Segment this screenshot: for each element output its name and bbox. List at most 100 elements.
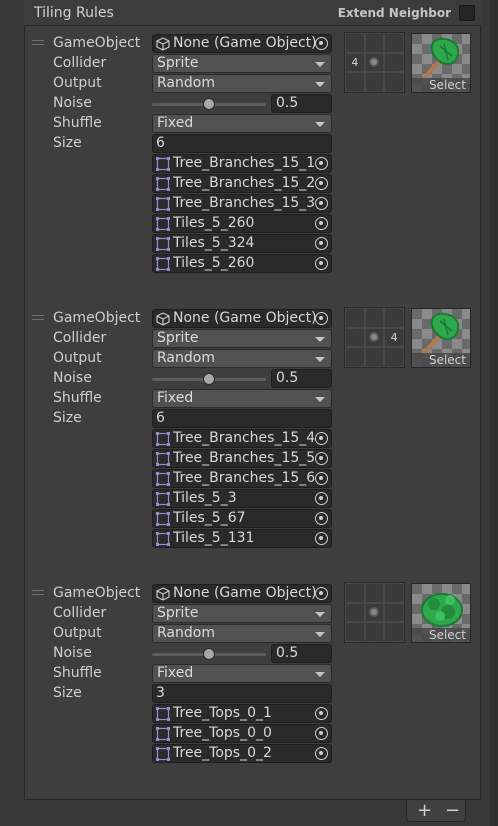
neighbor-cell[interactable] — [345, 72, 365, 92]
neighbor-cell[interactable] — [384, 72, 404, 92]
neighbor-cell[interactable] — [364, 583, 385, 603]
object-picker-icon[interactable] — [315, 707, 328, 720]
noise-value-field[interactable]: 0.5 — [271, 369, 332, 388]
noise-value-field[interactable]: 0.5 — [271, 644, 332, 663]
gameobject-field[interactable]: None (Game Object) — [152, 309, 332, 328]
noise-slider-handle[interactable] — [203, 98, 215, 110]
collider-dropdown[interactable]: Sprite — [152, 604, 332, 623]
extend-neighbor-checkbox[interactable] — [459, 5, 475, 21]
sprite-preview[interactable]: Select — [411, 33, 471, 93]
collider-dropdown[interactable]: Sprite — [152, 54, 332, 73]
neighbor-cell[interactable] — [384, 622, 404, 642]
size-field[interactable]: 6 — [152, 409, 332, 428]
sprite-preview[interactable]: Select — [411, 583, 471, 643]
object-picker-icon[interactable] — [315, 157, 328, 170]
object-picker-icon[interactable] — [315, 747, 328, 760]
output-dropdown[interactable]: Random — [152, 349, 332, 368]
output-label: Output — [53, 350, 102, 366]
sprite-field[interactable]: Tree_Branches_15_1 — [152, 154, 332, 173]
sprite-field[interactable]: Tree_Branches_15_2 — [152, 174, 332, 193]
noise-slider-handle[interactable] — [203, 648, 215, 660]
object-picker-icon[interactable] — [315, 532, 328, 545]
noise-value-field[interactable]: 0.5 — [271, 94, 332, 113]
output-dropdown[interactable]: Random — [152, 624, 332, 643]
object-picker-icon[interactable] — [315, 727, 328, 740]
object-picker-icon[interactable] — [315, 37, 328, 50]
sprite-name: Tiles_5_131 — [173, 530, 255, 546]
drag-handle[interactable] — [32, 315, 44, 320]
drag-handle[interactable] — [32, 590, 44, 595]
shuffle-dropdown[interactable]: Fixed — [152, 114, 332, 133]
shuffle-dropdown[interactable]: Fixed — [152, 389, 332, 408]
sprite-name: Tree_Branches_15_6 — [173, 470, 316, 486]
neighbor-cell[interactable] — [364, 33, 385, 53]
list-footer: + − — [406, 800, 466, 822]
sprite-field[interactable]: Tiles_5_260 — [152, 214, 332, 233]
size-field[interactable]: 6 — [152, 134, 332, 153]
sprite-field[interactable]: Tree_Tops_0_2 — [152, 744, 332, 763]
object-picker-icon[interactable] — [315, 512, 328, 525]
neighbor-cell[interactable] — [345, 602, 365, 623]
chevron-down-icon — [315, 82, 325, 87]
object-picker-icon[interactable] — [315, 257, 328, 270]
object-picker-icon[interactable] — [315, 587, 328, 600]
sprite-field[interactable]: Tree_Tops_0_1 — [152, 704, 332, 723]
select-button[interactable]: Select — [412, 353, 470, 367]
neighbor-cell[interactable] — [384, 583, 404, 603]
sprite-field[interactable]: Tiles_5_260 — [152, 254, 332, 273]
object-picker-icon[interactable] — [315, 177, 328, 190]
neighbor-cell[interactable] — [345, 583, 365, 603]
neighbor-cell[interactable] — [364, 72, 385, 92]
object-picker-icon[interactable] — [315, 472, 328, 485]
neighbor-cell[interactable]: 4 — [384, 327, 404, 348]
neighbor-cell[interactable]: 4 — [345, 52, 365, 73]
sprite-field[interactable]: Tree_Branches_15_6 — [152, 469, 332, 488]
neighbor-cell[interactable] — [345, 347, 365, 367]
object-picker-icon[interactable] — [315, 197, 328, 210]
neighbor-center-cell[interactable] — [364, 327, 385, 348]
neighbor-cell[interactable] — [384, 52, 404, 73]
size-field[interactable]: 3 — [152, 684, 332, 703]
sprite-field[interactable]: Tree_Branches_15_5 — [152, 449, 332, 468]
gameobject-field[interactable]: None (Game Object) — [152, 584, 332, 603]
gameobject-field[interactable]: None (Game Object) — [152, 34, 332, 53]
collider-dropdown[interactable]: Sprite — [152, 329, 332, 348]
neighbor-center-cell[interactable] — [364, 602, 385, 623]
sprite-field[interactable]: Tiles_5_3 — [152, 489, 332, 508]
object-picker-icon[interactable] — [315, 237, 328, 250]
neighbor-cell[interactable] — [345, 33, 365, 53]
select-button[interactable]: Select — [412, 628, 470, 642]
sprite-field[interactable]: Tree_Tops_0_0 — [152, 724, 332, 743]
object-picker-icon[interactable] — [315, 452, 328, 465]
neighbor-cell[interactable] — [345, 327, 365, 348]
neighbor-cell[interactable] — [364, 347, 385, 367]
neighbor-cell[interactable] — [345, 622, 365, 642]
sprite-field[interactable]: Tiles_5_324 — [152, 234, 332, 253]
neighbor-cell[interactable] — [384, 33, 404, 53]
neighbor-cell[interactable] — [384, 347, 404, 367]
sprite-field[interactable]: Tree_Branches_15_3 — [152, 194, 332, 213]
sprite-preview[interactable]: Select — [411, 308, 471, 368]
select-button[interactable]: Select — [412, 78, 470, 92]
output-dropdown[interactable]: Random — [152, 74, 332, 93]
neighbor-cell[interactable] — [364, 622, 385, 642]
object-picker-icon[interactable] — [315, 312, 328, 325]
noise-slider-handle[interactable] — [203, 373, 215, 385]
sprite-field[interactable]: Tiles_5_67 — [152, 509, 332, 528]
object-picker-icon[interactable] — [315, 432, 328, 445]
neighbor-cell[interactable] — [364, 308, 385, 328]
neighbor-cell[interactable] — [384, 308, 404, 328]
shuffle-dropdown[interactable]: Fixed — [152, 664, 332, 683]
drag-handle[interactable] — [32, 40, 44, 45]
sprite-field[interactable]: Tree_Branches_15_4 — [152, 429, 332, 448]
neighbor-center-cell[interactable] — [364, 52, 385, 73]
scrollbar[interactable] — [490, 0, 498, 826]
sprite-field[interactable]: Tiles_5_131 — [152, 529, 332, 548]
noise-label: Noise — [53, 645, 92, 661]
neighbor-cell[interactable] — [345, 308, 365, 328]
neighbor-cell[interactable] — [384, 602, 404, 623]
add-rule-button[interactable]: + — [417, 800, 432, 821]
object-picker-icon[interactable] — [315, 492, 328, 505]
remove-rule-button[interactable]: − — [445, 800, 460, 821]
object-picker-icon[interactable] — [315, 217, 328, 230]
